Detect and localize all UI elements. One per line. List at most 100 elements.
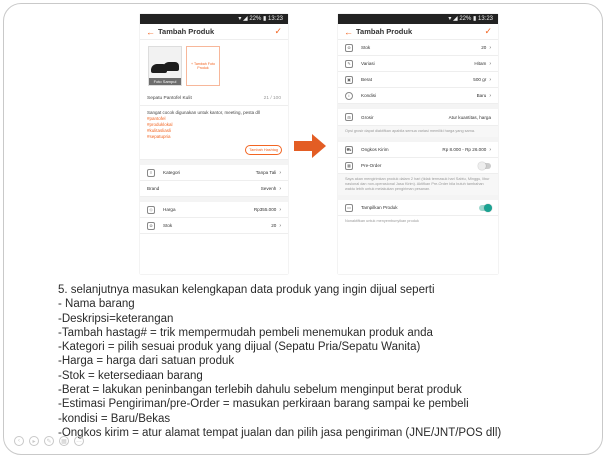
more-icon[interactable]: … bbox=[74, 436, 84, 446]
arrow-head bbox=[312, 134, 326, 158]
left-phone-screenshot: ▾ ◢ 22% ▮ 13:23 ← Tambah Produk ✓ Foto S… bbox=[140, 14, 288, 274]
row-value: Rp355.000 bbox=[253, 207, 277, 212]
row-stok[interactable]: ⊜ Stok 20 › bbox=[338, 40, 498, 56]
row-label: Kategori bbox=[163, 170, 181, 175]
hashtag-list: #pantofel #produklokal #kulitasliasli #s… bbox=[147, 116, 281, 140]
row-label: Tampilkan Produk bbox=[361, 205, 398, 210]
cover-caption: Foto Sampul bbox=[149, 78, 181, 85]
back-arrow-icon[interactable]: ← bbox=[344, 27, 356, 37]
row-stok[interactable]: ⊜ Stok 20 › bbox=[140, 218, 288, 234]
info-icon: i bbox=[345, 91, 353, 100]
stack-icon: ⊜ bbox=[345, 43, 353, 52]
chevron-right-icon: › bbox=[279, 222, 281, 229]
check-icon[interactable]: ✓ bbox=[274, 26, 282, 37]
chevron-right-icon: › bbox=[489, 44, 491, 51]
calendar-icon: ▦ bbox=[345, 161, 353, 170]
chevron-right-icon: › bbox=[489, 76, 491, 83]
status-bar: ▾ ◢ 22% ▮ 13:23 bbox=[338, 14, 498, 24]
row-value: Hitam bbox=[474, 61, 487, 66]
check-icon[interactable]: ✓ bbox=[484, 26, 492, 37]
right-phone-screenshot: ▾ ◢ 22% ▮ 13:23 ← Tambah Produk ✓ ⊜ Stok… bbox=[338, 14, 498, 274]
row-label: Harga bbox=[163, 207, 176, 212]
edit-icon[interactable]: ✎ bbox=[44, 436, 54, 446]
pre-order-toggle[interactable] bbox=[478, 161, 491, 170]
description-field[interactable]: Sangat cocok digunakan untuk kantor, mee… bbox=[140, 106, 288, 160]
slide-frame: ▾ ◢ 22% ▮ 13:23 ← Tambah Produk ✓ Foto S… bbox=[3, 3, 603, 455]
row-kategori[interactable]: ≡ Kategori Tanpa Tali › bbox=[140, 165, 288, 181]
row-brand[interactable]: Brand Sevenh › bbox=[140, 181, 288, 197]
show-product-note: Nonaktifkan untuk menyembunyikan produk bbox=[338, 216, 498, 227]
text-line: - Nama barang bbox=[58, 298, 135, 311]
stack-icon: ⊜ bbox=[147, 221, 155, 230]
text-line: -Estimasi Pengiriman/pre-Order = masukan… bbox=[58, 398, 469, 411]
grosir-note: Opsi grosir dapat diaktifkan apabila sem… bbox=[338, 126, 498, 137]
cover-photo[interactable]: Foto Sampul bbox=[148, 46, 182, 86]
row-tampilkan-produk: ▭ Tampilkan Produk bbox=[338, 200, 498, 216]
row-value: Atur kuantitas, harga bbox=[448, 114, 491, 120]
text-line: -Harga = harga dari satuan produk bbox=[58, 355, 235, 368]
pre-order-note: Saya akan mengirimkan produk dalam 2 har… bbox=[338, 174, 498, 195]
text-line: -Deskripsi=keterangan bbox=[58, 312, 174, 325]
add-photo-button[interactable]: + Tambah Foto Produk bbox=[186, 46, 220, 86]
row-label: Grosir bbox=[361, 114, 374, 120]
row-label: Pre-Order bbox=[361, 163, 382, 168]
row-kondisi[interactable]: i Kondisi Baru › bbox=[338, 88, 498, 104]
text-line: -Berat = lakukan peninbangan terlebih da… bbox=[58, 384, 462, 397]
row-value: 20 bbox=[271, 223, 277, 228]
grosir-icon: ⊞ bbox=[345, 113, 353, 121]
page-title: Tambah Produk bbox=[158, 27, 215, 36]
hashtag: #sepatupria bbox=[147, 134, 171, 139]
row-label: Kondisi bbox=[361, 93, 377, 98]
truck-icon: ⛟ bbox=[345, 145, 353, 154]
back-arrow-icon[interactable]: ← bbox=[146, 27, 158, 37]
row-berat[interactable]: ▣ Berat 500 gr › bbox=[338, 72, 498, 88]
chevron-right-icon: › bbox=[489, 92, 491, 99]
row-value: Rp 8.000 - Rp 26.000 bbox=[442, 147, 487, 152]
footer-icons: ‹ ▸ ✎ ▦ … bbox=[14, 436, 84, 446]
row-value: Tanpa Tali bbox=[255, 170, 277, 175]
arrow-shaft bbox=[294, 141, 312, 151]
row-label: Stok bbox=[361, 45, 371, 50]
app-bar: ← Tambah Produk ✓ bbox=[140, 24, 288, 40]
instruction-text: 5. selanjutnya masukan kelengkapan data … bbox=[58, 283, 598, 440]
name-char-count: 21 / 100 bbox=[263, 96, 281, 101]
row-grosir[interactable]: ⊞ Grosir Atur kuantitas, harga bbox=[338, 109, 498, 126]
chevron-right-icon: › bbox=[279, 185, 281, 192]
list-icon: ≡ bbox=[147, 168, 155, 177]
play-icon[interactable]: ▸ bbox=[29, 436, 39, 446]
scale-icon: ▣ bbox=[345, 75, 353, 84]
row-pre-order: ▦ Pre-Order bbox=[338, 158, 498, 174]
row-label: Ongkos Kirim bbox=[361, 147, 389, 152]
row-harga[interactable]: ◇ Harga Rp355.000 › bbox=[140, 202, 288, 218]
add-hashtag-button[interactable]: Tambah Hashtag bbox=[245, 145, 282, 155]
chevron-right-icon: › bbox=[489, 60, 491, 67]
product-name-value: Sepatu Pantofel Kulit bbox=[147, 96, 192, 101]
text-line: -Stok = ketersediaan barang bbox=[58, 369, 203, 382]
row-label: Variasi bbox=[361, 61, 375, 66]
row-value: Sevenh bbox=[260, 186, 277, 191]
row-value: 500 gr bbox=[473, 77, 487, 82]
chevron-right-icon: › bbox=[279, 169, 281, 176]
price-tag-icon: ◇ bbox=[147, 205, 155, 214]
product-name-field[interactable]: Sepatu Pantofel Kulit 21 / 100 bbox=[140, 92, 288, 106]
row-ongkos-kirim[interactable]: ⛟ Ongkos Kirim Rp 8.000 - Rp 26.000 › bbox=[338, 142, 498, 158]
row-label: Brand bbox=[147, 186, 160, 191]
show-product-toggle[interactable] bbox=[479, 203, 492, 212]
text-line: -kondisi = Baru/Bekas bbox=[58, 412, 171, 425]
shoe-image bbox=[163, 62, 179, 71]
text-line: -Tambah hastag# = trik mempermudah pembe… bbox=[58, 326, 433, 339]
display-icon: ▭ bbox=[345, 203, 353, 212]
app-bar: ← Tambah Produk ✓ bbox=[338, 24, 498, 40]
edit-icon: ✎ bbox=[345, 59, 353, 68]
row-value: 20 bbox=[481, 45, 487, 50]
text-line: 5. selanjutnya masukan kelengkapan data … bbox=[58, 284, 435, 296]
chevron-right-icon: › bbox=[279, 206, 281, 213]
grid-icon[interactable]: ▦ bbox=[59, 436, 69, 446]
photo-row: Foto Sampul + Tambah Foto Produk bbox=[140, 40, 288, 92]
status-bar: ▾ ◢ 22% ▮ 13:23 bbox=[140, 14, 288, 24]
text-line: -Ongkos kirim = atur alamat tempat juala… bbox=[58, 426, 502, 439]
row-variasi[interactable]: ✎ Variasi Hitam › bbox=[338, 56, 498, 72]
previous-icon[interactable]: ‹ bbox=[14, 436, 24, 446]
row-label: Berat bbox=[361, 77, 372, 82]
text-line: -Kategori = pilih sesuai produk yang dij… bbox=[58, 341, 421, 354]
